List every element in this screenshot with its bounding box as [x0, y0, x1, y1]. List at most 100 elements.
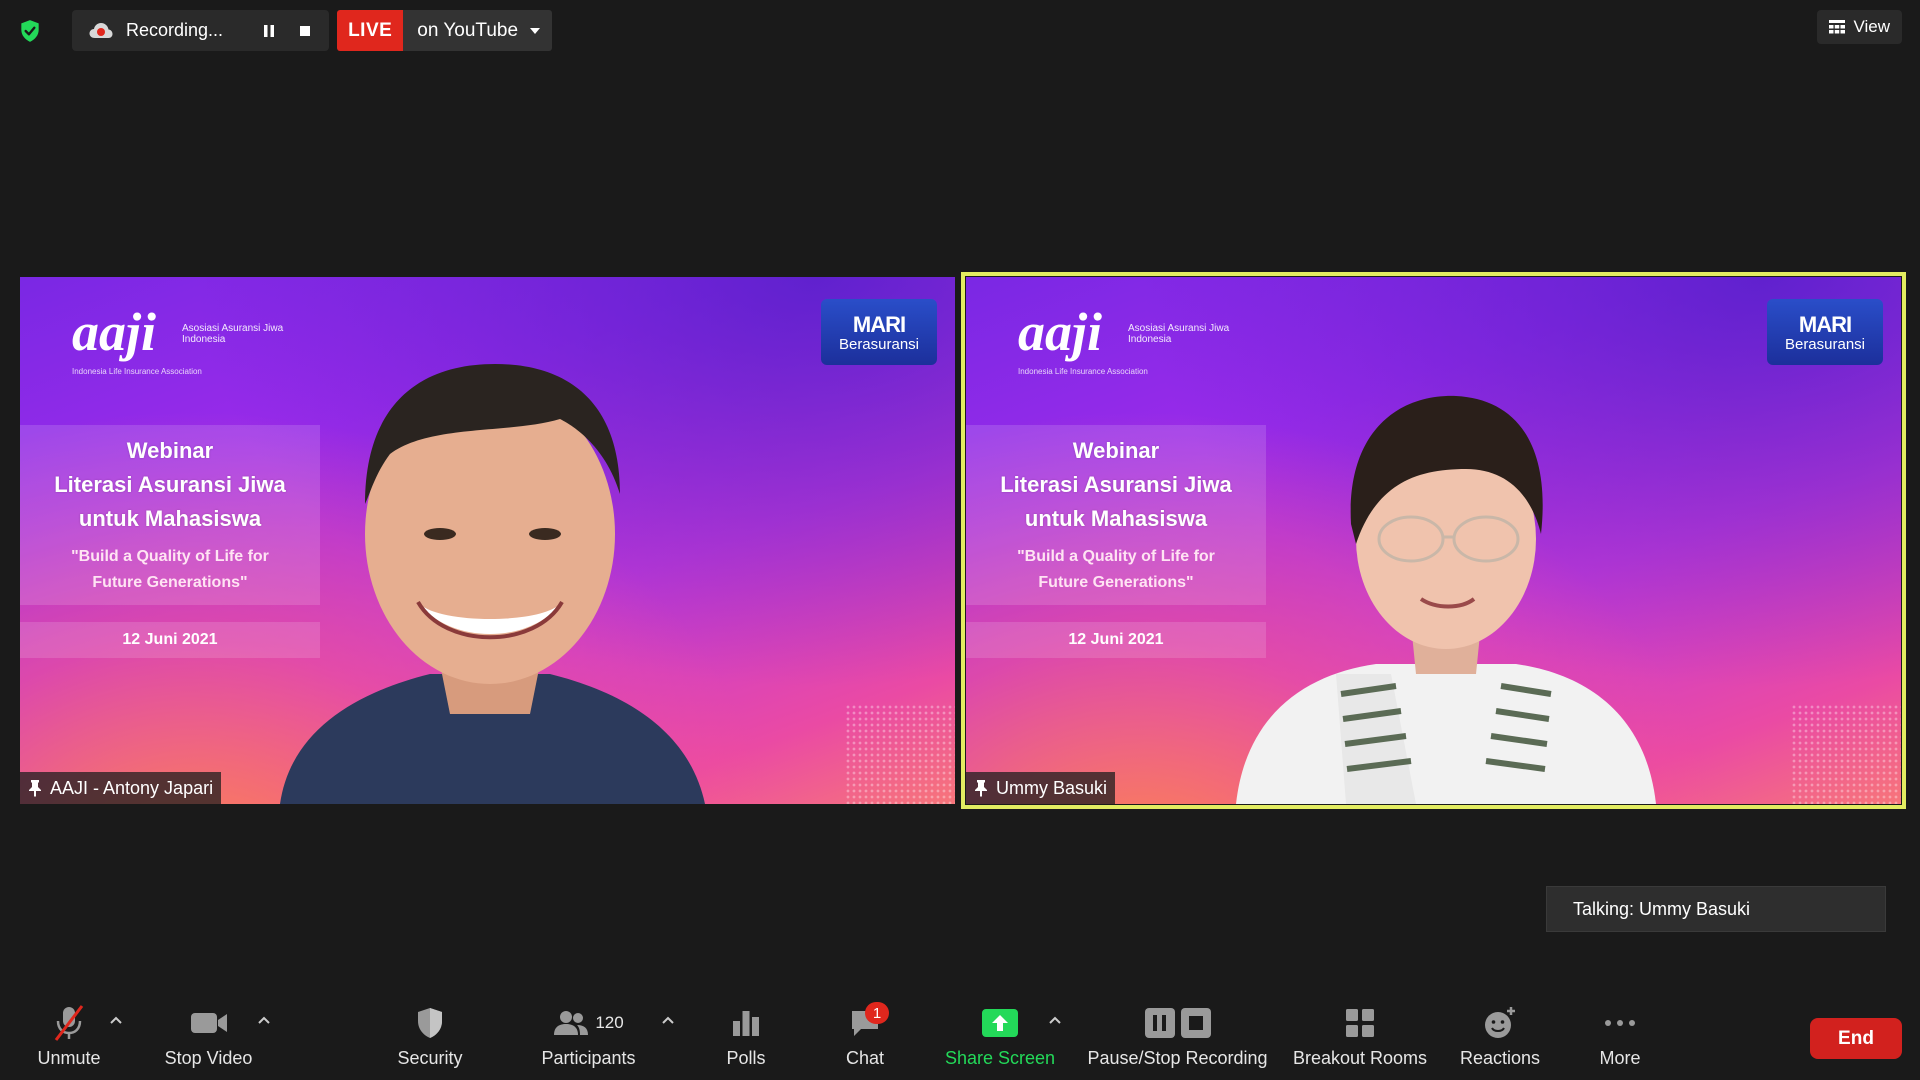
webinar-quote-line1: "Build a Quality of Life for — [1017, 548, 1215, 565]
mari-berasuransi-logo: MARI Berasuransi — [821, 299, 937, 365]
unmute-label: Unmute — [37, 1048, 101, 1068]
participant-video-ummy — [1236, 395, 1656, 804]
smiley-add-icon — [1485, 1007, 1515, 1038]
webinar-title-line3: untuk Mahasiswa — [1024, 506, 1208, 531]
pause-stop-recording-button[interactable]: Pause/Stop Recording — [1085, 990, 1270, 1080]
pause-stop-recording-icon — [1144, 1008, 1211, 1038]
aaji-logo-text: aaji — [1018, 302, 1103, 362]
breakout-rooms-button[interactable]: Breakout Rooms — [1290, 990, 1430, 1080]
polls-icon-wrap — [716, 1002, 776, 1044]
aaji-logo-text: aaji — [72, 302, 157, 362]
view-button[interactable]: View — [1817, 10, 1902, 44]
chevron-up-icon — [662, 1016, 674, 1024]
webinar-title-line3: untuk Mahasiswa — [78, 506, 262, 531]
stop-video-label: Stop Video — [164, 1048, 253, 1068]
share-screen-button[interactable]: Share Screen — [940, 990, 1060, 1080]
video-camera-icon — [190, 1013, 227, 1033]
share-screen-label: Share Screen — [944, 1048, 1056, 1068]
video-tile-ummy[interactable]: aaji Asosiasi Asuransi Jiwa Indonesia In… — [961, 272, 1906, 809]
security-label: Security — [397, 1048, 463, 1068]
live-badge: LIVE — [337, 10, 404, 51]
pause-recording-button[interactable] — [251, 13, 287, 49]
video-options-caret[interactable] — [254, 1010, 274, 1030]
participant-video-antony — [280, 364, 705, 804]
participant-name: AAJI - Antony Japari — [50, 777, 214, 798]
participant-name: Ummy Basuki — [996, 777, 1108, 798]
stop-recording-button[interactable] — [287, 13, 323, 49]
chat-label: Chat — [845, 1048, 885, 1068]
unmute-icon-wrap — [39, 1002, 99, 1044]
chevron-up-icon — [110, 1016, 122, 1024]
live-destination-label: on YouTube — [417, 19, 519, 41]
pin-icon — [29, 780, 41, 797]
webinar-title-line1: Webinar — [126, 438, 214, 463]
unmute-button[interactable]: Unmute — [28, 990, 110, 1080]
bar-chart-icon — [733, 1011, 759, 1036]
view-label: View — [1853, 17, 1890, 36]
polls-button[interactable]: Polls — [716, 990, 776, 1080]
chevron-up-icon — [258, 1016, 270, 1024]
reactions-label: Reactions — [1459, 1048, 1541, 1068]
dot-pattern — [1791, 704, 1901, 804]
end-meeting-button[interactable]: End — [1810, 1018, 1902, 1059]
live-destination[interactable]: on YouTube — [403, 10, 553, 51]
aaji-logo-small: Asosiasi Asuransi Jiwa Indonesia — [1128, 323, 1230, 345]
meeting-toolbar: Unmute Stop Video Security 120 Participa… — [0, 990, 1920, 1080]
webinar-quote-line1: "Build a Quality of Life for — [71, 548, 269, 565]
participant-name-tag: Ummy Basuki — [966, 772, 1116, 804]
share-screen-icon — [982, 1009, 1018, 1037]
chat-button[interactable]: 1 Chat — [835, 990, 895, 1080]
dot-pattern — [845, 704, 955, 804]
webinar-title-line1: Webinar — [1072, 438, 1160, 463]
share-screen-icon-wrap — [970, 1002, 1030, 1044]
recording-indicator: Recording... — [72, 10, 330, 51]
participants-count: 120 — [595, 1013, 624, 1032]
cloud-recording-icon — [89, 22, 113, 38]
participants-options-caret[interactable] — [658, 1010, 678, 1030]
webinar-title-line2: Literasi Asuransi Jiwa — [54, 472, 286, 497]
stop-video-button[interactable]: Stop Video — [156, 990, 261, 1080]
breakout-rooms-label: Breakout Rooms — [1292, 1048, 1428, 1068]
breakout-rooms-icon — [1346, 1009, 1374, 1037]
talking-indicator: Talking: Ummy Basuki — [1546, 886, 1886, 932]
mari-berasuransi-logo: MARI Berasuransi — [1767, 299, 1883, 365]
chat-unread-badge: 1 — [865, 1002, 889, 1024]
security-button[interactable]: Security — [389, 990, 471, 1080]
share-options-caret[interactable] — [1045, 1010, 1065, 1030]
security-icon-wrap — [400, 1002, 460, 1044]
webinar-quote-line2: Future Generations" — [92, 574, 248, 591]
mari-logo-top: MARI — [852, 311, 906, 337]
caret-down-icon — [530, 27, 541, 34]
webinar-title-line2: Literasi Asuransi Jiwa — [1000, 472, 1232, 497]
pause-stop-recording-label: Pause/Stop Recording — [1087, 1048, 1268, 1068]
mari-logo-bottom: Berasuransi — [1784, 335, 1866, 353]
livestream-indicator[interactable]: LIVE on YouTube — [337, 10, 553, 51]
chevron-up-icon — [1049, 1016, 1061, 1024]
reactions-button[interactable]: Reactions — [1455, 990, 1545, 1080]
mari-logo-top: MARI — [1798, 311, 1852, 337]
grid-view-icon — [1829, 20, 1846, 34]
participants-icon-wrap: 120 — [544, 1002, 634, 1044]
stop-icon — [300, 25, 311, 36]
encryption-shield-button[interactable] — [12, 13, 48, 49]
microphone-muted-icon — [54, 1005, 84, 1041]
more-button[interactable]: More — [1590, 990, 1650, 1080]
audio-options-caret[interactable] — [106, 1010, 126, 1030]
recording-label: Recording... — [126, 20, 224, 40]
more-icon-wrap — [1590, 1002, 1650, 1044]
pause-icon — [264, 24, 275, 37]
participants-label: Participants — [541, 1048, 636, 1068]
reactions-icon-wrap — [1470, 1002, 1530, 1044]
more-label: More — [1599, 1048, 1641, 1068]
stop-video-icon-wrap — [179, 1002, 239, 1044]
breakout-rooms-icon-wrap — [1330, 1002, 1390, 1044]
participants-button[interactable]: 120 Participants — [536, 990, 641, 1080]
polls-label: Polls — [726, 1048, 766, 1068]
meeting-top-bar: Recording... LIVE on YouTube — [12, 10, 553, 51]
participant-name-tag: AAJI - Antony Japari — [20, 772, 222, 804]
more-dots-icon — [1605, 1020, 1635, 1026]
shield-check-icon — [21, 19, 39, 42]
video-tile-antony[interactable]: aaji Asosiasi Asuransi Jiwa Indonesia In… — [20, 277, 955, 804]
mari-logo-bottom: Berasuransi — [838, 335, 920, 353]
shield-icon — [418, 1008, 442, 1038]
